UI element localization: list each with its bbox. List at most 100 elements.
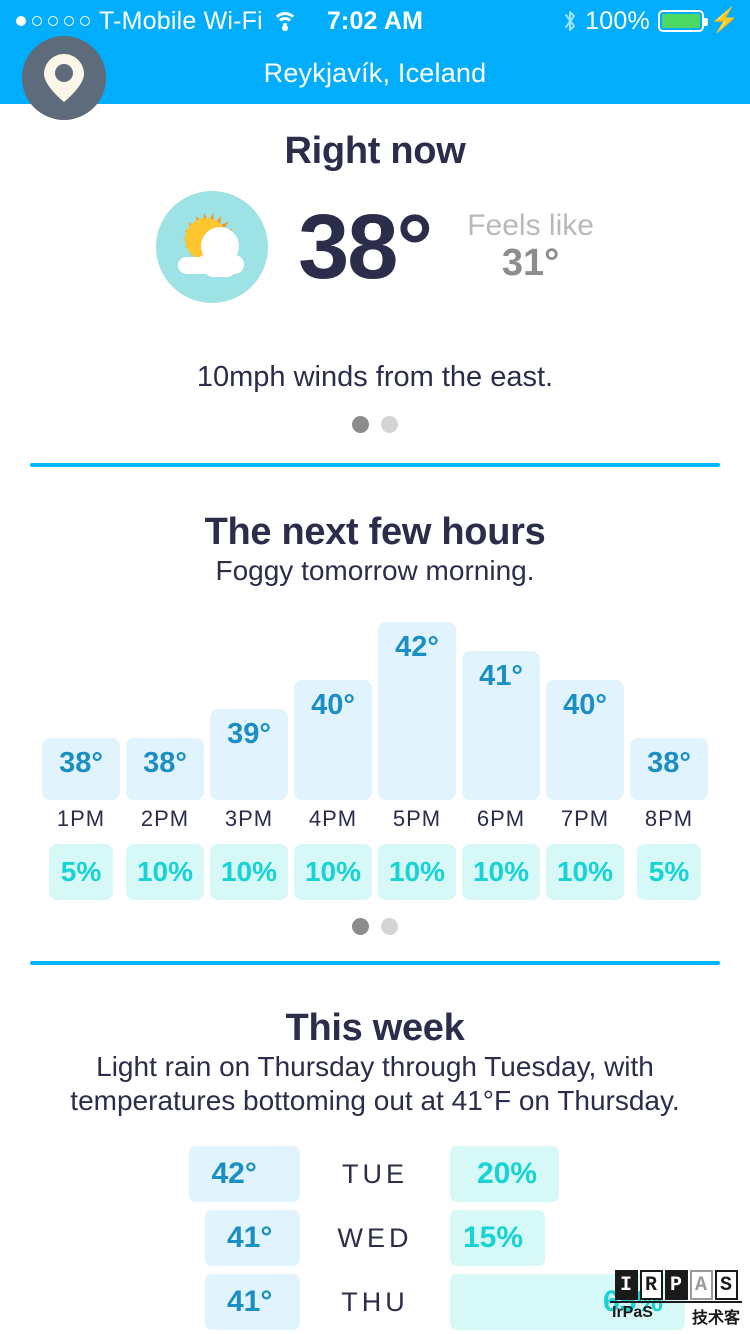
hourly-time-labels: 1PM 2PM 3PM 4PM 5PM 6PM 7PM 8PM	[0, 806, 750, 832]
hourly-time-label: 4PM	[308, 806, 358, 832]
current-conditions-row: 38° Feels like 31°	[0, 191, 750, 303]
watermark-tagline: 技术客	[691, 1310, 740, 1327]
status-bar-left: T-Mobile Wi-Fi	[0, 7, 299, 36]
hourly-precipitation-bar: 5%	[49, 844, 113, 901]
hourly-temperature-bar: 40°	[294, 680, 372, 801]
feels-like-value: 31°	[501, 241, 560, 284]
hourly-precip-cell[interactable]: 10%	[462, 844, 540, 901]
partly-cloudy-sun-icon	[156, 191, 269, 303]
hourly-column[interactable]: 42°	[378, 622, 456, 801]
signal-dot	[32, 16, 42, 26]
hourly-column[interactable]: 39°	[210, 709, 288, 801]
week-temp-cell: 42°	[0, 1146, 300, 1203]
week-temperature-bar: 41°	[205, 1274, 300, 1331]
hourly-precipitation-bar: 10%	[546, 844, 624, 901]
wind-summary: 10mph winds from the east.	[196, 361, 554, 393]
hourly-temperature-bar: 39°	[210, 709, 288, 801]
week-temp-cell: 41°	[0, 1274, 300, 1331]
location-title: Reykjavík, Iceland	[263, 57, 487, 88]
hourly-precipitation-bar: 10%	[210, 844, 288, 901]
week-precipitation-bar: 20%	[450, 1146, 559, 1203]
week-precip-cell: 15%	[450, 1210, 750, 1267]
signal-dot	[16, 16, 26, 26]
hourly-column[interactable]: 38°	[42, 738, 120, 801]
current-temperature: 38°	[298, 196, 433, 298]
hourly-time-label: 8PM	[644, 806, 694, 832]
page-dot[interactable]	[381, 918, 398, 936]
feels-like-label: Feels like	[467, 209, 594, 243]
watermark-letter: P	[664, 1270, 688, 1300]
hourly-time-label: 3PM	[224, 806, 274, 832]
week-temp-cell: 41°	[0, 1210, 300, 1267]
carrier-label: T-Mobile Wi-Fi	[99, 6, 263, 35]
hourly-column[interactable]: 41°	[462, 651, 540, 801]
watermark-name: IrPaS	[612, 1304, 653, 1321]
right-now-page-indicator[interactable]	[0, 416, 750, 433]
hourly-title: The next few hours	[204, 511, 546, 553]
battery-percent-label: 100%	[585, 6, 650, 35]
signal-strength-icon	[16, 16, 90, 26]
watermark-letter: S	[714, 1270, 738, 1300]
watermark-caption: IrPaS 技术客	[610, 1301, 742, 1328]
page-dot[interactable]	[352, 918, 369, 936]
hourly-column[interactable]: 40°	[546, 680, 624, 801]
hourly-time-label: 1PM	[56, 806, 106, 832]
hourly-temperature-bar: 38°	[42, 738, 120, 801]
week-row[interactable]: 42° TUE 20%	[0, 1142, 750, 1206]
right-now-section: Right now 38° Feels like 31° 10mph winds…	[0, 130, 750, 433]
hourly-precip-cell[interactable]: 10%	[210, 844, 288, 901]
hourly-time-label: 2PM	[140, 806, 190, 832]
hourly-precip-cell[interactable]: 10%	[546, 844, 624, 901]
week-subtitle: Light rain on Thursday through Tuesday, …	[70, 1051, 680, 1117]
week-temperature-bar: 41°	[205, 1210, 300, 1267]
week-day-label: TUE	[342, 1158, 408, 1189]
lightning-bolt-icon: ⚡	[709, 7, 740, 34]
signal-dot	[80, 16, 90, 26]
hourly-time-label: 6PM	[476, 806, 526, 832]
week-day-label: THU	[341, 1286, 409, 1317]
hourly-temperature-bar: 38°	[126, 738, 204, 801]
hourly-precip-cell[interactable]: 10%	[378, 844, 456, 901]
hourly-page-indicator[interactable]	[0, 918, 750, 936]
hourly-precip-cell[interactable]: 5%	[630, 844, 708, 901]
hourly-precipitation-bar: 10%	[294, 844, 372, 901]
bluetooth-icon	[563, 9, 577, 33]
hourly-time-label: 7PM	[560, 806, 610, 832]
watermark-letter: R	[639, 1270, 663, 1300]
wifi-icon	[272, 11, 299, 31]
signal-dot	[48, 16, 58, 26]
right-now-title: Right now	[284, 130, 466, 172]
week-precip-cell: 20%	[450, 1146, 750, 1203]
location-pin-icon[interactable]	[22, 36, 106, 120]
hourly-temperature-bar: 41°	[462, 651, 540, 801]
page-dot[interactable]	[381, 416, 398, 433]
hourly-precip-cell[interactable]: 10%	[294, 844, 372, 901]
weather-app-screen: T-Mobile Wi-Fi 7:02 AM 100% ⚡ Reykjavík,…	[0, 0, 750, 1334]
hourly-precipitation-chart: 5% 10% 10% 10% 10% 10% 10% 5%	[0, 844, 750, 901]
hourly-temperature-bar: 40°	[546, 680, 624, 801]
watermark-letter: A	[689, 1270, 713, 1300]
watermark-letters: IRPAS	[610, 1270, 742, 1300]
page-dot[interactable]	[352, 416, 369, 433]
hourly-column[interactable]: 38°	[126, 738, 204, 801]
hourly-precipitation-bar: 10%	[126, 844, 204, 901]
hourly-precip-cell[interactable]: 10%	[126, 844, 204, 901]
hourly-column[interactable]: 38°	[630, 738, 708, 801]
hourly-section: The next few hours Foggy tomorrow mornin…	[0, 511, 750, 936]
hourly-precip-cell[interactable]: 5%	[42, 844, 120, 901]
hourly-temperature-bar: 38°	[630, 738, 708, 801]
week-precipitation-bar: 15%	[450, 1210, 545, 1267]
hourly-precipitation-bar: 10%	[378, 844, 456, 901]
week-title: This week	[285, 1007, 465, 1050]
hourly-subtitle: Foggy tomorrow morning.	[215, 555, 535, 586]
hourly-column[interactable]: 40°	[294, 680, 372, 801]
divider-hourly	[30, 463, 720, 467]
week-row[interactable]: 41° WED 15%	[0, 1206, 750, 1270]
location-header: Reykjavík, Iceland	[0, 36, 750, 120]
status-bar: T-Mobile Wi-Fi 7:02 AM 100% ⚡	[0, 0, 750, 42]
feels-like-block: Feels like 31°	[467, 210, 594, 283]
hourly-temperature-bar: 42°	[378, 622, 456, 801]
week-temperature-bar: 42°	[189, 1146, 300, 1203]
divider-week	[30, 961, 720, 966]
signal-dot	[64, 16, 74, 26]
